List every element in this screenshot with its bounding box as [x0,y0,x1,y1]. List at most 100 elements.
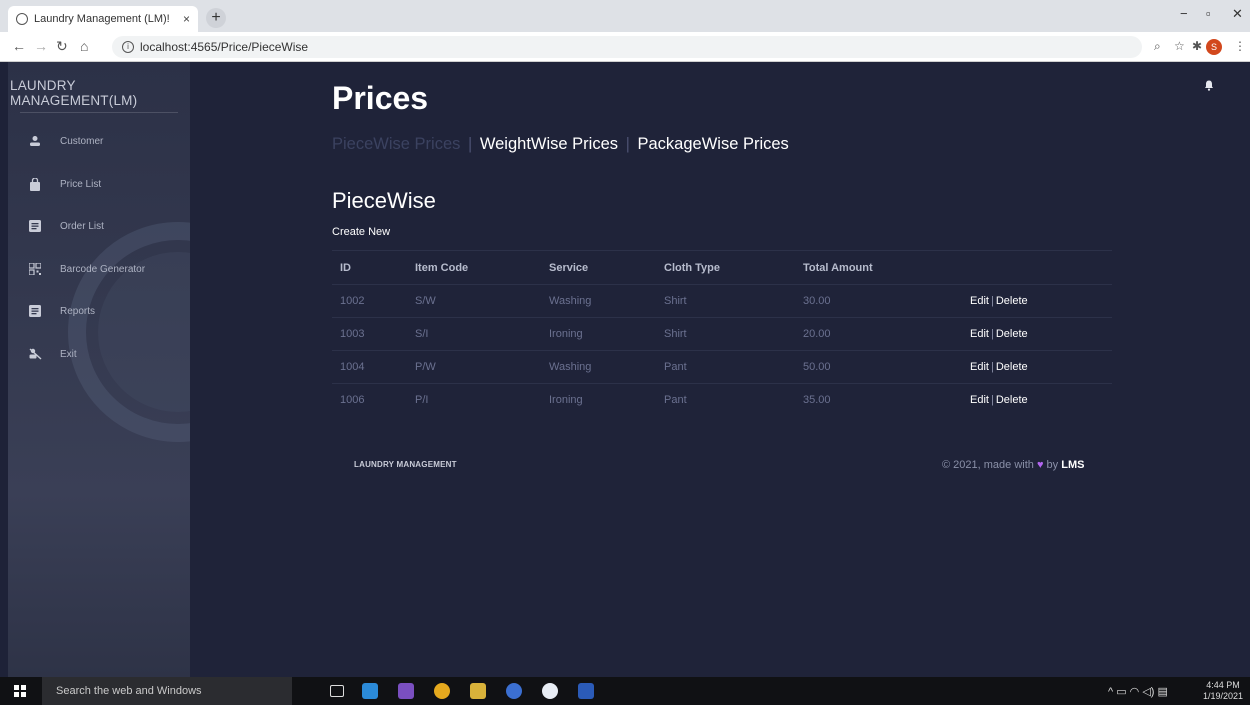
table-row: 1002 S/W Washing Shirt 30.00 Edit | Delete [332,284,1112,317]
piecewise-prices-link[interactable]: PieceWise Prices [332,135,460,153]
cell-id: 1004 [340,361,365,373]
info-icon[interactable]: i [122,41,134,53]
vscode-icon[interactable] [362,683,378,699]
table-header-row: ID Item Code Service Cloth Type Total Am… [332,250,1112,284]
edit-link[interactable]: Edit [970,394,989,406]
sidebar-item-barcode-generator[interactable]: Barcode Generator [28,262,145,276]
url-text: localhost:4565/Price/PieceWise [140,40,309,54]
maximize-button[interactable]: ▫ [1206,6,1211,21]
cell-cloth-type: Shirt [664,328,687,340]
menu-icon[interactable]: ⋮ [1234,39,1246,53]
page-title: Prices [332,80,429,116]
column-header-item-code: Item Code [415,262,469,274]
bell-icon[interactable] [1204,78,1214,96]
delete-link[interactable]: Delete [996,394,1028,406]
cell-cloth-type: Pant [664,394,687,406]
sidebar-item-exit[interactable]: Exit [28,347,77,361]
sidebar-item-reports[interactable]: Reports [28,304,95,318]
qrcode-icon [28,262,42,276]
row-actions: Edit | Delete [970,384,1028,417]
sidebar-item-label: Price List [60,178,102,190]
reload-icon[interactable]: ↻ [56,38,68,55]
tab-close-button[interactable]: × [183,12,190,26]
action-separator: | [990,361,994,373]
task-view-icon[interactable] [330,685,344,697]
back-icon[interactable]: ← [12,38,26,54]
close-window-button[interactable]: ✕ [1232,6,1243,22]
cell-service: Ironing [549,328,583,340]
table-row: 1004 P/W Washing Pant 50.00 Edit | Delete [332,350,1112,383]
taskbar: Search the web and Windows ^ ▭ ◠ ◁) ▤ 4:… [0,677,1250,705]
create-new-link[interactable]: Create New [332,226,390,238]
browser-tab-bar: Laundry Management (LM)! × + − ▫ ✕ [0,0,1250,32]
app-cube-icon[interactable] [506,683,522,699]
sidebar-item-label: Customer [60,135,104,147]
exit-icon [28,347,42,361]
address-bar[interactable]: i localhost:4565/Price/PieceWise [112,36,1142,58]
profile-avatar[interactable]: S [1206,39,1222,55]
cell-item-code: S/W [415,295,436,307]
sidebar-item-order-list[interactable]: Order List [28,219,104,233]
cell-id: 1002 [340,295,365,307]
sidebar-item-price-list[interactable]: Price List [28,177,101,191]
edit-link[interactable]: Edit [970,328,989,340]
column-header-total-amount: Total Amount [803,262,873,274]
weightwise-prices-link[interactable]: WeightWise Prices [480,135,618,153]
column-header-service: Service [549,262,589,274]
footer-copyright: © 2021, made with ♥ by LMS [942,459,1084,471]
sidebar-item-label: Reports [60,305,96,317]
extensions-icon[interactable]: ✱ [1192,39,1202,53]
cell-cloth-type: Shirt [664,295,687,307]
minimize-button[interactable]: − [1180,6,1188,21]
cell-cloth-type: Pant [664,361,687,373]
packagewise-prices-link[interactable]: PackageWise Prices [638,135,789,153]
cell-total-amount: 20.00 [803,328,831,340]
main-content: Prices PieceWise Prices | WeightWise Pri… [190,62,1250,677]
visual-studio-icon[interactable] [398,683,414,699]
report-icon [28,304,42,318]
file-explorer-icon[interactable] [470,683,486,699]
sidebar-item-customer[interactable]: Customer [28,134,103,148]
copyright-text: © 2021, made with [942,459,1034,471]
tab-title: Laundry Management (LM)! [34,13,170,25]
word-icon[interactable] [578,683,594,699]
sidebar: LAUNDRY MANAGEMENT(LM) Customer Price Li… [8,62,288,677]
nav-separator: | [625,135,630,153]
edit-link[interactable]: Edit [970,361,989,373]
globe-icon [16,13,28,25]
home-icon[interactable]: ⌂ [80,38,88,54]
sidebar-divider [20,112,178,113]
taskbar-search[interactable]: Search the web and Windows [42,677,292,705]
clock-date: 1/19/2021 [1203,691,1244,701]
user-icon [28,134,42,148]
action-separator: | [990,394,994,406]
delete-link[interactable]: Delete [996,361,1028,373]
prices-table: ID Item Code Service Cloth Type Total Am… [332,250,1112,416]
delete-link[interactable]: Delete [996,295,1028,307]
footer-lms-link[interactable]: LMS [1061,459,1084,471]
cell-service: Ironing [549,394,583,406]
app-round-icon[interactable] [542,683,558,699]
row-actions: Edit | Delete [970,351,1028,384]
column-header-id: ID [340,262,351,274]
cell-total-amount: 30.00 [803,295,831,307]
edit-link[interactable]: Edit [970,295,989,307]
row-actions: Edit | Delete [970,285,1028,318]
zoom-icon[interactable]: ⌕ [1154,39,1161,54]
section-title: PieceWise [332,188,436,213]
taskbar-clock[interactable]: 4:44 PM 1/19/2021 [1203,680,1243,702]
cell-total-amount: 50.00 [803,361,831,373]
new-tab-button[interactable]: + [206,8,226,28]
browser-tab[interactable]: Laundry Management (LM)! × [8,6,198,32]
system-tray-icons[interactable]: ^ ▭ ◠ ◁) ▤ [1108,685,1168,698]
star-icon[interactable]: ☆ [1174,39,1185,53]
footer-brand[interactable]: LAUNDRY MANAGEMENT [354,460,457,469]
windows-start-icon[interactable] [14,685,26,697]
chrome-icon[interactable] [434,683,450,699]
cell-id: 1006 [340,394,365,406]
action-separator: | [990,328,994,340]
delete-link[interactable]: Delete [996,328,1028,340]
column-header-cloth-type: Cloth Type [664,262,721,274]
sidebar-brand[interactable]: LAUNDRY MANAGEMENT(LM) [8,78,190,108]
forward-icon[interactable]: → [34,38,48,54]
